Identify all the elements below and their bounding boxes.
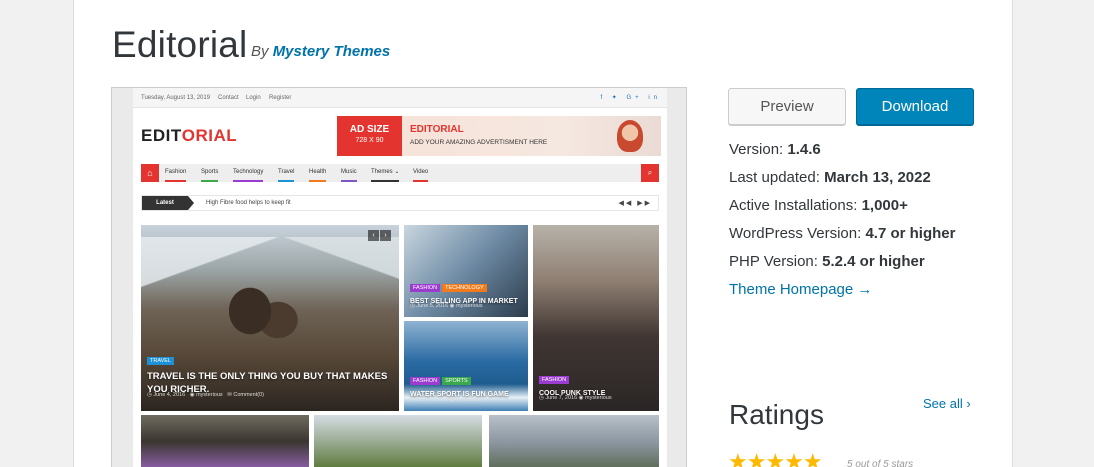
big-post-author: mysterious — [196, 392, 223, 398]
big-post-date: June 4, 2016 — [153, 392, 186, 398]
ad-size-box: AD SIZE 728 X 90 — [337, 116, 402, 156]
installs-row: Active Installations: 1,000+ — [729, 197, 908, 214]
nav-item-health: Health — [309, 164, 327, 182]
preview-button[interactable]: Preview — [728, 88, 846, 125]
wp-version-row: WordPress Version: 4.7 or higher — [729, 225, 955, 242]
screenshot-ticker: Latest High Fibre food helps to keep fit… — [141, 195, 659, 211]
tag-fashion: FASHION — [410, 284, 441, 292]
s3-date: June 7, 2016 — [416, 397, 449, 403]
prev-icon: ‹ — [368, 230, 379, 241]
nav-item-themes: Themes ⌄ — [371, 164, 400, 182]
post-thumb-2 — [314, 415, 482, 467]
download-button[interactable]: Download — [856, 88, 974, 125]
s2-caption: FASHION COOL PUNK STYLE — [539, 368, 653, 397]
rating-stars-icon: ★★★★★ — [728, 449, 823, 467]
topbar-date: Tuesday, August 13, 2019 — [141, 95, 211, 101]
nav-item-video: Video — [413, 164, 429, 182]
post-best-selling-app: FASHION TECHNOLOGY BEST SELLING APP IN MA… — [404, 225, 528, 317]
featured-post-large: ‹ › TRAVEL TRAVEL IS THE ONLY THING YOU B… — [141, 225, 399, 411]
post-water-sport: FASHION SPORTS WATER SPORT IS FUN GAME ◷ … — [404, 321, 528, 411]
ratings-heading: Ratings — [729, 399, 824, 430]
s1-author: mysterious — [456, 303, 483, 309]
version-value: 1.4.6 — [787, 141, 821, 158]
topbar-social-icons: f ✦ G+ in — [600, 95, 661, 101]
nav-item-travel: Travel — [278, 164, 295, 182]
s3-caption: FASHION SPORTS WATER SPORT IS FUN GAME — [410, 369, 522, 398]
ticker-arrows-icon: ◀◀ ▶▶ — [618, 200, 652, 207]
theme-byline: By Mystery Themes — [251, 43, 390, 60]
nav-item-technology: Technology — [233, 164, 264, 182]
s2-meta: ◷ June 7, 2016 ◉ mysterious — [539, 395, 612, 401]
screenshot-nav: ⌂ Fashion Sports Technology Travel Health Mus… — [141, 164, 659, 182]
theme-screenshot: Tuesday, August 13, 2019 Contact Login R… — [111, 87, 687, 467]
ad-size-label: AD SIZE — [349, 124, 390, 135]
screenshot-ad-banner: AD SIZE 728 X 90 EDITORIAL ADD YOUR AMAZ… — [337, 116, 661, 156]
version-row: Version: 1.4.6 — [729, 141, 821, 158]
post-thumb-3 — [489, 415, 659, 467]
installs-value: 1,000+ — [861, 197, 908, 214]
php-version-label: PHP Version: — [729, 253, 818, 270]
post-thumb-1 — [141, 415, 309, 467]
see-all-ratings-link[interactable]: See all › — [923, 396, 971, 411]
ad-headline: EDITORIAL — [410, 124, 464, 135]
php-version-row: PHP Version: 5.2.4 or higher — [729, 253, 925, 270]
tag-fashion: FASHION — [539, 376, 570, 384]
big-post-meta: ◷ June 4, 2016 ◉ mysterious ✉ Comment(0) — [147, 392, 264, 398]
screenshot-topbar: Tuesday, August 13, 2019 Contact Login R… — [133, 88, 667, 108]
ticker-text: High Fibre food helps to keep fit — [206, 200, 291, 206]
ad-dims: 728 X 90 — [355, 137, 384, 144]
s1-caption: FASHION TECHNOLOGY BEST SELLING APP IN MA… — [410, 276, 522, 305]
ticker-label: Latest — [142, 196, 194, 210]
nav-item-sports: Sports — [201, 164, 219, 182]
slider-controls: ‹ › — [367, 230, 391, 241]
logo-part-b: ORIAL — [181, 126, 238, 145]
next-icon: › — [380, 230, 391, 241]
s2-author: mysterious — [585, 395, 612, 401]
tag-travel: TRAVEL — [147, 357, 174, 365]
topbar-login: Login — [246, 95, 261, 101]
author-link[interactable]: Mystery Themes — [273, 43, 391, 60]
tag-technology: TECHNOLOGY — [442, 284, 487, 292]
updated-row: Last updated: March 13, 2022 — [729, 169, 931, 186]
screenshot-site: Tuesday, August 13, 2019 Contact Login R… — [133, 88, 667, 467]
php-version-value: 5.2.4 or higher — [822, 253, 925, 270]
home-icon: ⌂ — [141, 164, 159, 182]
theme-title: Editorial — [112, 24, 248, 65]
big-post-comments: Comment(0) — [233, 392, 264, 398]
search-icon: ⌕ — [641, 164, 659, 182]
s2-date: June 7, 2016 — [545, 395, 578, 401]
version-label: Version: — [729, 141, 784, 158]
nav-item-fashion: Fashion — [165, 164, 187, 182]
s1-date: June 5, 2016 — [416, 303, 449, 309]
logo-part-a: EDIT — [141, 126, 182, 145]
screenshot-logo: EDITORIAL — [141, 126, 237, 146]
installs-label: Active Installations: — [729, 197, 858, 214]
rating-stars-text: 5 out of 5 stars — [847, 459, 914, 467]
updated-value: March 13, 2022 — [824, 169, 931, 186]
updated-label: Last updated: — [729, 169, 820, 186]
wp-version-label: WordPress Version: — [729, 225, 862, 242]
theme-homepage-link[interactable]: Theme Homepage → — [729, 281, 872, 298]
topbar-register: Register — [269, 95, 292, 101]
topbar-contact: Contact — [218, 95, 239, 101]
tag-fashion: FASHION — [410, 377, 441, 385]
s1-meta: ◷ June 5, 2016 ◉ mysterious — [410, 303, 483, 309]
s3-author: mysterious — [456, 397, 483, 403]
ad-subtext: ADD YOUR AMAZING ADVERTISMENT HERE — [410, 139, 548, 146]
post-cool-punk-style: FASHION COOL PUNK STYLE ◷ June 7, 2016 ◉… — [533, 225, 659, 411]
big-post-caption: TRAVEL TRAVEL IS THE ONLY THING YOU BUY … — [147, 349, 393, 396]
s3-meta: ◷ June 7, 2016 ◉ mysterious — [410, 397, 483, 403]
tag-sports: SPORTS — [442, 377, 471, 385]
wp-version-value: 4.7 or higher — [865, 225, 956, 242]
by-label: By — [251, 43, 269, 60]
nav-item-music: Music — [341, 164, 357, 182]
ad-portrait-image — [617, 120, 643, 152]
